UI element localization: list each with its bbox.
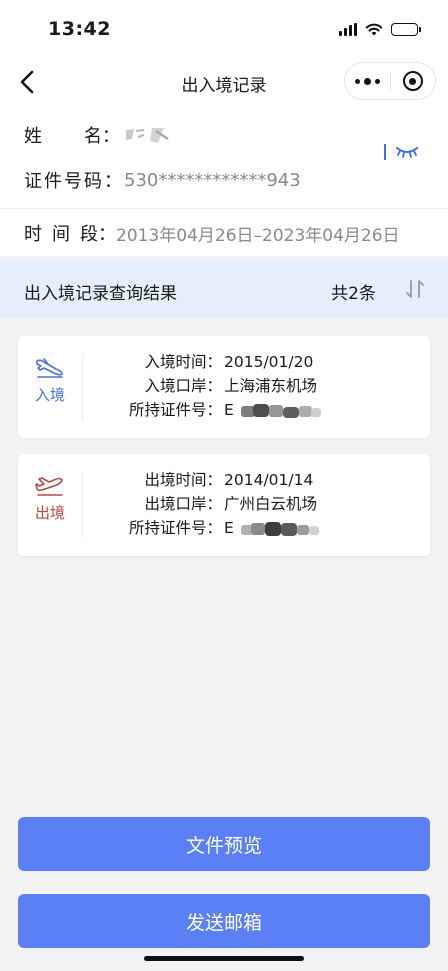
plane-takeoff-icon [35,477,63,496]
record-type-label: 入境 [34,386,65,404]
record-document: 所持证件号： E [92,516,331,540]
toggle-visibility-button[interactable] [384,144,418,160]
wifi-icon [365,23,383,36]
target-icon [402,71,423,91]
status-icons [339,22,421,36]
period-value: 2013年04月26日–2023年04月26日 [116,225,400,246]
more-button[interactable] [345,63,390,99]
id-value: 530************943 [124,169,301,191]
id-label: 证件号码： [24,171,124,192]
signal-icon [339,22,357,36]
id-row: 证件号码： 530************943 [24,167,301,193]
eye-closed-icon [396,147,418,158]
record-details: 出境时间： 2014/01/14 出境口岸： 广州白云机场 所持证件号： E [92,468,331,540]
results-count: 共2条 [331,284,376,304]
record-type: 入境 [18,350,82,424]
record-type-label: 出境 [34,504,65,522]
record-card-entry[interactable]: 入境 入境时间： 2015/01/20 入境口岸： 上海浦东机场 所持证件号： … [18,336,430,438]
status-bar: 13:42 [0,0,448,60]
home-indicator [144,956,304,961]
plane-landing-icon [36,358,63,378]
status-time: 13:42 [48,18,111,40]
masked-document-number [240,403,321,418]
record-time: 出境时间： 2014/01/14 [144,471,314,489]
record-document: 所持证件号： E [92,398,331,422]
masked-document-number [240,521,319,536]
record-details: 入境时间： 2015/01/20 入境口岸： 上海浦东机场 所持证件号： E [92,350,331,422]
period-row: 时 间 段： 2013年04月26日–2023年04月26日 [24,220,400,246]
battery-icon [391,22,421,36]
send-email-button[interactable]: 发送邮箱 [18,894,430,948]
sort-icon[interactable] [404,278,426,300]
name-label: 姓 名： [24,126,120,147]
close-mini-program-button[interactable] [391,63,435,99]
record-card-exit[interactable]: 出境 出境时间： 2014/01/14 出境口岸： 广州白云机场 所持证件号： … [18,454,430,556]
record-time: 入境时间： 2015/01/20 [144,353,314,371]
record-port: 出境口岸： 广州白云机场 [144,495,318,513]
personal-info: 姓 名： 证件号码： 530************943 [0,104,448,208]
nav-bar: 出入境记录 [0,60,448,104]
record-type: 出境 [18,468,82,542]
name-row: 姓 名： [24,122,178,148]
mini-program-capsule [344,62,436,100]
masked-name [126,128,169,143]
results-title: 出入境记录查询结果 [24,284,177,304]
results-header: 出入境记录查询结果 共2条 [0,260,448,318]
period-label: 时 间 段： [24,224,116,245]
record-port: 入境口岸： 上海浦东机场 [144,377,318,395]
file-preview-button[interactable]: 文件预览 [18,817,430,871]
period-section: 时 间 段： 2013年04月26日–2023年04月26日 [0,208,448,256]
